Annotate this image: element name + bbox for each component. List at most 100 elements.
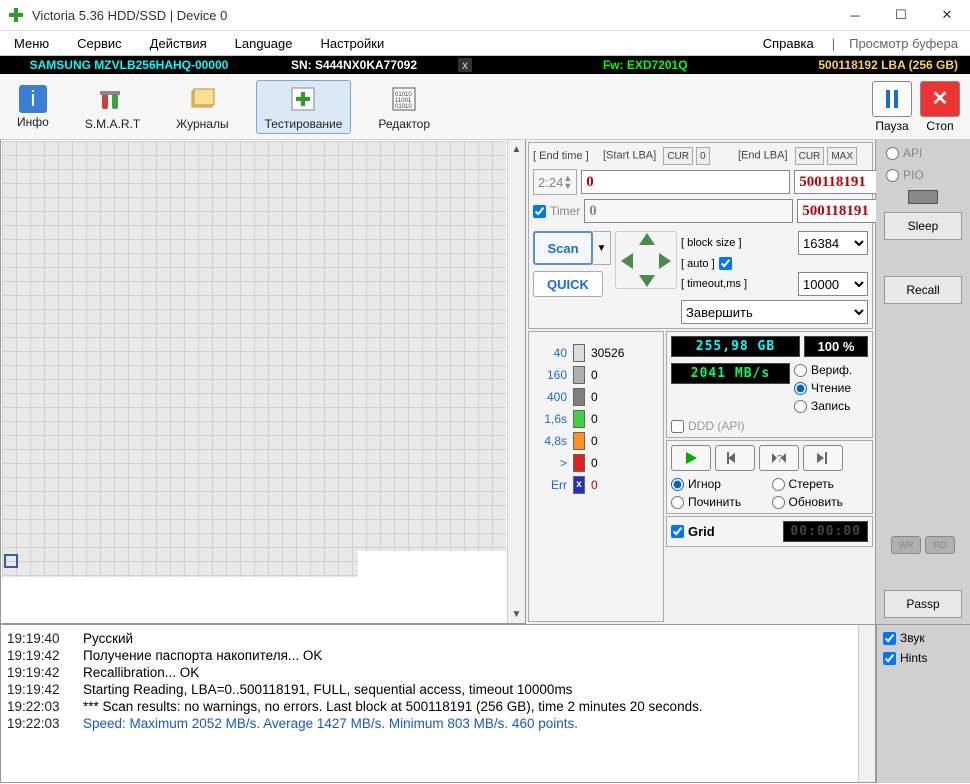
block-threshold: 40 xyxy=(535,346,567,360)
speed-display: 2041 MB/s xyxy=(671,363,790,384)
timer-checkbox[interactable] xyxy=(533,205,546,218)
startlba-input[interactable] xyxy=(581,170,790,194)
menubar: Меню Сервис Действия Language Настройки … xyxy=(0,31,970,56)
blocksize-select[interactable]: 16384 xyxy=(798,231,868,255)
write-radio[interactable] xyxy=(794,400,807,413)
device-fw: Fw: EXD7201Q xyxy=(472,58,818,72)
log-line: 19:22:03*** Scan results: no warnings, n… xyxy=(7,699,869,714)
api-label: API xyxy=(903,146,922,160)
prev-button[interactable] xyxy=(715,445,755,471)
sound-checkbox[interactable] xyxy=(883,632,896,645)
arrow-up-icon[interactable] xyxy=(639,233,655,245)
block-count: 0 xyxy=(591,478,598,492)
tab-editor-label: Редактор xyxy=(378,117,430,131)
tab-info[interactable]: i Инфо xyxy=(8,82,58,132)
read-label: Чтение xyxy=(811,381,851,395)
scan-dropdown-button[interactable]: ▼ xyxy=(593,231,611,265)
menu-language[interactable]: Language xyxy=(221,36,307,51)
scroll-down-icon[interactable]: ▼ xyxy=(508,605,525,623)
total-size-display: 255,98 GB xyxy=(671,336,800,357)
device-model: SAMSUNG MZVLB256HAHQ-00000 xyxy=(4,58,254,72)
wr-chip: WR xyxy=(891,536,921,554)
block-color-icon xyxy=(573,344,585,362)
random-button[interactable]: ? xyxy=(759,445,799,471)
menu-service[interactable]: Сервис xyxy=(63,36,136,51)
pio-radio[interactable] xyxy=(886,169,899,182)
next-button[interactable] xyxy=(803,445,843,471)
verify-radio[interactable] xyxy=(794,364,807,377)
block-threshold: Err xyxy=(535,478,567,492)
tab-journals-label: Журналы xyxy=(176,117,228,131)
startlba-zero-button[interactable]: 0 xyxy=(696,147,710,165)
nav-arrows[interactable] xyxy=(615,231,677,289)
scan-button[interactable]: Scan xyxy=(533,231,593,265)
tab-smart[interactable]: S.M.A.R.T xyxy=(76,80,149,134)
sleep-button[interactable]: Sleep xyxy=(884,212,962,240)
map-cursor xyxy=(4,554,18,568)
tab-editor[interactable]: 010101100101010 Редактор xyxy=(369,80,439,134)
startlba-cur-button[interactable]: CUR xyxy=(663,147,693,165)
timer-label: Timer xyxy=(550,204,580,218)
scroll-up-icon[interactable]: ▲ xyxy=(508,140,525,158)
api-radio[interactable] xyxy=(886,147,899,160)
menu-help[interactable]: Справка xyxy=(749,36,828,51)
passp-button[interactable]: Passp xyxy=(884,590,962,618)
side-panel: API PIO Sleep Recall WR RD Passp xyxy=(876,140,970,624)
side-indicator xyxy=(908,190,938,204)
log-line: 19:19:42Получение паспорта накопителя...… xyxy=(7,648,869,663)
refresh-radio[interactable] xyxy=(772,496,785,509)
close-button[interactable]: ✕ xyxy=(924,0,970,30)
controls-panel: [ End time ] [Start LBA] CUR 0 [End LBA]… xyxy=(526,140,876,624)
block-row: > 0 xyxy=(535,454,657,472)
tab-testing-label: Тестирование xyxy=(265,117,343,131)
auto-checkbox[interactable] xyxy=(719,257,732,270)
endlba-cur-button[interactable]: CUR xyxy=(795,147,825,165)
play-button[interactable] xyxy=(671,445,711,471)
block-row: 160 0 xyxy=(535,366,657,384)
block-count: 30526 xyxy=(591,346,624,360)
grid-checkbox[interactable] xyxy=(671,525,684,538)
device-lba: 500118192 LBA (256 GB) xyxy=(818,58,966,72)
block-threshold: 4,8s xyxy=(535,434,567,448)
quick-button[interactable]: QUICK xyxy=(533,271,603,297)
recall-button[interactable]: Recall xyxy=(884,276,962,304)
erase-radio[interactable] xyxy=(772,478,785,491)
ignore-radio[interactable] xyxy=(671,478,684,491)
log-panel[interactable]: 19:19:40Русский19:19:42Получение паспорт… xyxy=(0,625,876,783)
endtime-header: [ End time ] xyxy=(533,150,599,162)
timeout-select[interactable]: 10000 xyxy=(798,272,868,296)
repair-radio[interactable] xyxy=(671,496,684,509)
erase-label: Стереть xyxy=(789,477,834,491)
smart-icon xyxy=(96,83,128,115)
refresh-label: Обновить xyxy=(789,495,843,509)
map-scrollbar[interactable]: ▲ ▼ xyxy=(507,140,525,623)
ddd-checkbox[interactable] xyxy=(671,420,684,433)
endlba-max-button[interactable]: MAX xyxy=(827,147,857,165)
tab-testing[interactable]: Тестирование xyxy=(256,80,352,134)
menu-settings[interactable]: Настройки xyxy=(306,36,398,51)
pause-label: Пауза xyxy=(875,119,908,133)
statusbar-close[interactable]: x xyxy=(458,58,472,72)
hints-checkbox[interactable] xyxy=(883,652,896,665)
menu-buffer-view[interactable]: Просмотр буфера xyxy=(845,36,970,51)
menu-menu[interactable]: Меню xyxy=(0,36,63,51)
action-select[interactable]: Завершить xyxy=(681,300,868,324)
minimize-button[interactable]: ─ xyxy=(832,0,878,30)
arrow-left-icon[interactable] xyxy=(621,253,633,269)
startlba-header: [Start LBA] CUR 0 xyxy=(603,147,734,165)
arrow-right-icon[interactable] xyxy=(659,253,671,269)
blocksize-header: [ block size ] xyxy=(681,237,742,249)
journals-icon xyxy=(186,83,218,115)
stop-button[interactable]: ✕ xyxy=(920,81,960,117)
pause-button[interactable] xyxy=(872,81,912,117)
read-radio[interactable] xyxy=(794,382,807,395)
menu-actions[interactable]: Действия xyxy=(136,36,221,51)
log-message: Получение паспорта накопителя... OK xyxy=(83,648,322,663)
arrow-down-icon[interactable] xyxy=(639,275,655,287)
auto-header: [ auto ] xyxy=(681,258,715,270)
surface-map[interactable] xyxy=(2,141,506,622)
tab-journals[interactable]: Журналы xyxy=(167,80,237,134)
log-scrollbar[interactable] xyxy=(858,625,875,782)
maximize-button[interactable]: ☐ xyxy=(878,0,924,30)
block-count: 0 xyxy=(591,412,598,426)
